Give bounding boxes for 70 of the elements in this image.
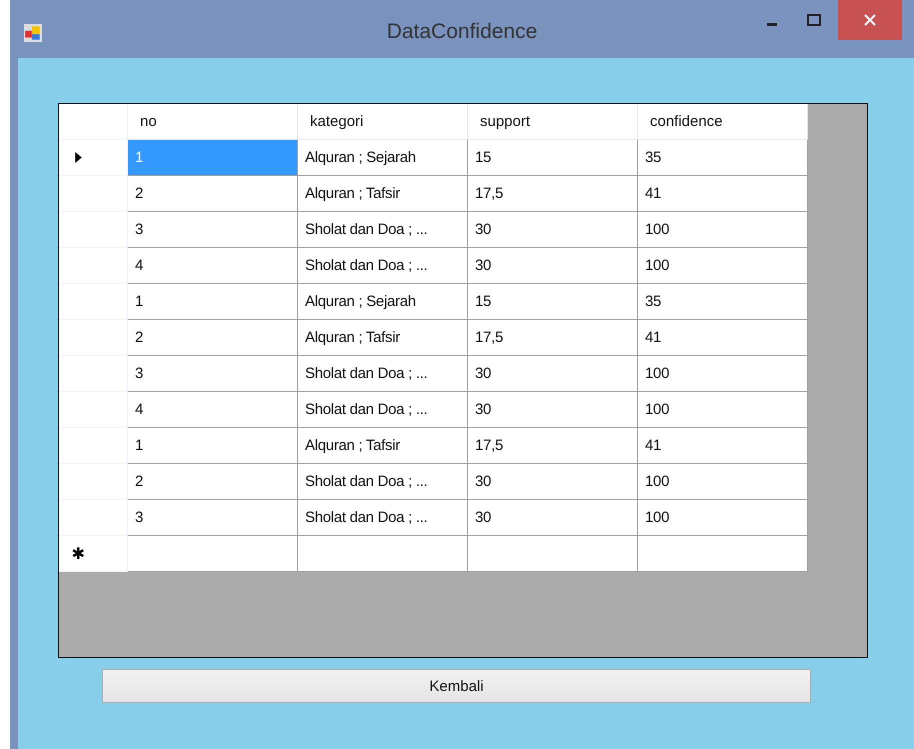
table-cell: 15 (468, 284, 638, 320)
corner-header (59, 104, 128, 140)
column-header[interactable]: support (468, 104, 638, 140)
table-cell: 2 (128, 320, 298, 356)
table-cell: Sholat dan Doa ; ... (298, 356, 468, 392)
app-icon (24, 24, 42, 42)
table-cell: Alquran ; Tafsir (298, 176, 468, 212)
table-cell: 100 (638, 248, 808, 284)
table-cell: 30 (468, 248, 638, 284)
current-row-icon (74, 152, 82, 163)
table-cell: 30 (468, 212, 638, 248)
table-cell: 100 (638, 212, 808, 248)
table-cell: 30 (468, 464, 638, 500)
table-cell: 2 (128, 464, 298, 500)
table-cell: 41 (638, 428, 808, 464)
table-cell: 35 (638, 284, 808, 320)
row-header[interactable] (59, 212, 128, 248)
row-header[interactable] (59, 428, 128, 464)
table-cell: 1 (128, 284, 298, 320)
table-cell: 3 (128, 356, 298, 392)
table-cell: 17,5 (468, 320, 638, 356)
table-cell: Alquran ; Sejarah (298, 140, 468, 176)
table-cell: 17,5 (468, 176, 638, 212)
table-cell: 17,5 (468, 428, 638, 464)
table-cell: 3 (128, 500, 298, 536)
table-cell: 100 (638, 464, 808, 500)
table-cell: 100 (638, 356, 808, 392)
table-cell: 3 (128, 212, 298, 248)
table-cell: Sholat dan Doa ; ... (298, 500, 468, 536)
new-row-marker: ✱ (72, 544, 84, 564)
row-header[interactable] (59, 140, 128, 176)
table-cell: 15 (468, 140, 638, 176)
table-cell: 1 (128, 140, 298, 176)
window-title: DataConfidence (386, 20, 538, 44)
close-button[interactable] (838, 0, 902, 40)
row-header[interactable] (59, 464, 128, 500)
table-cell: 41 (638, 320, 808, 356)
close-icon (864, 14, 876, 26)
table-cell: 2 (128, 176, 298, 212)
row-header[interactable] (59, 392, 128, 428)
table-cell: Alquran ; Tafsir (298, 320, 468, 356)
table-cell: Alquran ; Sejarah (298, 284, 468, 320)
row-header[interactable] (59, 176, 128, 212)
table-cell: Sholat dan Doa ; ... (298, 212, 468, 248)
table-cell: 30 (468, 356, 638, 392)
row-header[interactable] (59, 320, 128, 356)
table-cell: 100 (638, 500, 808, 536)
table-cell: 1 (128, 428, 298, 464)
table-cell: 30 (468, 500, 638, 536)
table-cell: 35 (638, 140, 808, 176)
row-header[interactable] (59, 500, 128, 536)
row-header[interactable] (59, 248, 128, 284)
back-button[interactable]: Kembali (102, 669, 811, 703)
row-header[interactable]: ✱ (59, 536, 128, 572)
column-header[interactable]: kategori (298, 104, 468, 140)
table-cell: Alquran ; Tafsir (298, 428, 468, 464)
row-header[interactable] (59, 284, 128, 320)
table-cell: 4 (128, 392, 298, 428)
table-cell: Sholat dan Doa ; ... (298, 248, 468, 284)
minimize-icon (767, 23, 777, 26)
table-cell: 4 (128, 248, 298, 284)
column-header[interactable]: no (128, 104, 298, 140)
row-header[interactable] (59, 356, 128, 392)
maximize-icon (807, 14, 821, 26)
table-cell: 30 (468, 392, 638, 428)
table-cell: Sholat dan Doa ; ... (298, 464, 468, 500)
column-header[interactable]: confidence (638, 104, 808, 140)
table-cell: 41 (638, 176, 808, 212)
table-cell: 100 (638, 392, 808, 428)
table-cell: Sholat dan Doa ; ... (298, 392, 468, 428)
